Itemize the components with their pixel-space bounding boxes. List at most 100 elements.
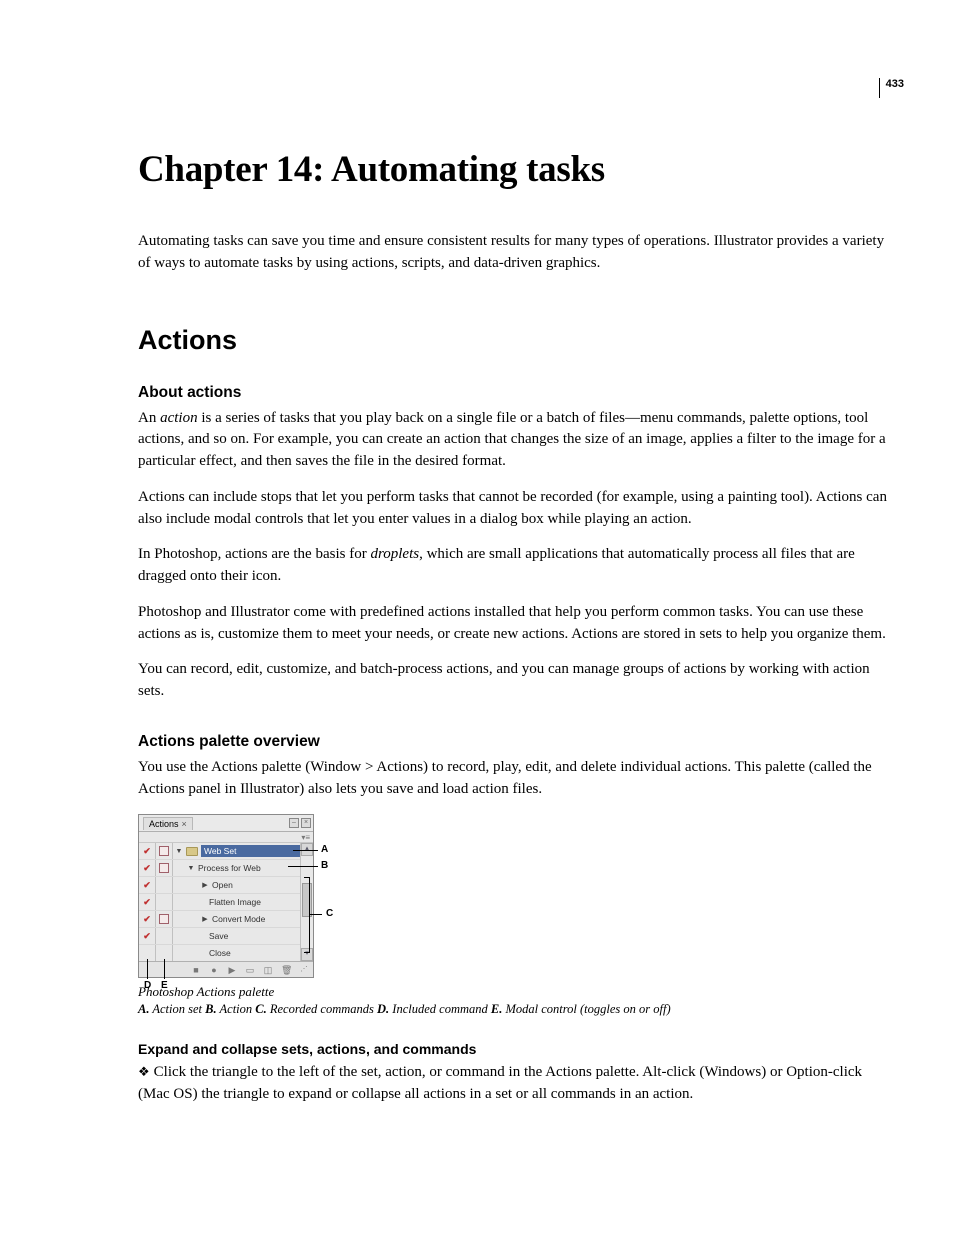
callout-line xyxy=(147,959,148,979)
folder-icon xyxy=(186,847,198,856)
row-content: Flatten Image xyxy=(173,897,300,907)
disclosure-triangle-icon[interactable]: ▶ xyxy=(201,881,209,889)
callout-label-c: C xyxy=(326,908,333,919)
callout-line xyxy=(304,952,310,953)
page-number-rule: 433 xyxy=(879,78,904,98)
action-set-row[interactable]: ✔ ▼ Web Set xyxy=(139,843,300,860)
bullet-icon: ❖ xyxy=(138,1064,154,1079)
figure-caption: Photoshop Actions palette xyxy=(138,984,894,1000)
row-content: ▶ Convert Mode xyxy=(173,914,300,924)
callout-line xyxy=(288,866,318,867)
new-set-icon[interactable]: ▭ xyxy=(245,965,255,974)
callout-line xyxy=(310,914,322,915)
row-content: ▼ Web Set xyxy=(173,845,300,857)
callout-bracket xyxy=(309,877,310,952)
command-row[interactable]: ✔ ▶ Convert Mode xyxy=(139,911,300,928)
disclosure-triangle-icon[interactable]: ▶ xyxy=(201,915,209,923)
command-label: Flatten Image xyxy=(209,897,261,907)
action-label: Process for Web xyxy=(198,863,261,873)
text: An xyxy=(138,410,160,426)
subhead-expand-collapse: Expand and collapse sets, actions, and c… xyxy=(138,1041,894,1057)
chapter-title: Chapter 14: Automating tasks xyxy=(138,148,894,191)
section-heading-actions: Actions xyxy=(138,325,894,356)
palette-list: ✔ ▼ Web Set ✔ ▼ xyxy=(139,843,300,961)
command-row[interactable]: ✔ ▶ Open xyxy=(139,877,300,894)
toggle-modal-icon[interactable] xyxy=(156,911,173,927)
command-label: Convert Mode xyxy=(212,914,265,924)
resize-grip-icon[interactable]: ⋰ xyxy=(299,965,309,974)
callout-label-b: B xyxy=(321,860,328,871)
disclosure-triangle-icon[interactable]: ▼ xyxy=(187,865,195,872)
italic-term: droplets xyxy=(370,546,419,562)
legend-text: Action set xyxy=(149,1002,205,1016)
figure-wrapper: Actions × – × ▾≡ ✔ xyxy=(138,814,314,978)
scroll-down-icon[interactable]: ▾ xyxy=(301,948,313,961)
row-content: Close xyxy=(173,948,300,958)
callout-line xyxy=(164,959,165,979)
legend-text: Modal control (toggles on or off) xyxy=(502,1002,670,1016)
legend-key: B. xyxy=(205,1002,216,1016)
palette-window-controls: – × xyxy=(289,818,311,828)
toggle-modal-icon[interactable] xyxy=(156,894,173,910)
callout-label-e: E xyxy=(161,980,168,991)
command-label: Open xyxy=(212,880,233,890)
palette-footer: ■ ● ▶ ▭ ◫ 🗑 ⋰ xyxy=(139,961,313,977)
play-button-icon[interactable]: ▶ xyxy=(227,965,237,974)
trash-icon[interactable]: 🗑 xyxy=(281,965,291,974)
palette-body: ✔ ▼ Web Set ✔ ▼ xyxy=(139,843,313,961)
disclosure-triangle-icon[interactable]: ▼ xyxy=(175,848,183,855)
toggle-modal-icon[interactable] xyxy=(156,860,173,876)
callout-label-a: A xyxy=(321,844,328,855)
record-button-icon[interactable]: ● xyxy=(209,965,219,974)
command-label: Close xyxy=(209,948,231,958)
toggle-modal-icon[interactable] xyxy=(156,877,173,893)
close-icon[interactable]: × xyxy=(182,819,187,829)
scrollbar[interactable]: ▴ ▾ xyxy=(300,843,313,961)
palette-flyout-row: ▾≡ xyxy=(139,832,313,843)
action-row[interactable]: ✔ ▼ Process for Web xyxy=(139,860,300,877)
minimize-icon[interactable]: – xyxy=(289,818,299,828)
legend-text: Included command xyxy=(389,1002,491,1016)
palette-tab[interactable]: Actions × xyxy=(143,817,193,830)
flyout-menu-icon[interactable]: ▾≡ xyxy=(301,833,310,842)
new-action-icon[interactable]: ◫ xyxy=(263,965,273,974)
toggle-include-icon[interactable]: ✔ xyxy=(139,894,156,910)
stop-button-icon[interactable]: ■ xyxy=(191,965,201,974)
command-label: Save xyxy=(209,931,228,941)
body-paragraph: In Photoshop, actions are the basis for … xyxy=(138,544,894,588)
row-content: Save xyxy=(173,931,300,941)
body-paragraph: An action is a series of tasks that you … xyxy=(138,408,894,473)
subhead-about-actions: About actions xyxy=(138,384,894,402)
actions-palette: Actions × – × ▾≡ ✔ xyxy=(138,814,314,978)
toggle-include-icon[interactable]: ✔ xyxy=(139,877,156,893)
body-paragraph: You can record, edit, customize, and bat… xyxy=(138,659,894,703)
subhead-palette-overview: Actions palette overview xyxy=(138,733,894,751)
toggle-include-icon[interactable]: ✔ xyxy=(139,843,156,859)
command-row[interactable]: ✔ Save xyxy=(139,928,300,945)
italic-term: action xyxy=(160,410,198,426)
text: In Photoshop, actions are the basis for xyxy=(138,546,370,562)
toggle-modal-icon[interactable] xyxy=(156,928,173,944)
legend-key: C. xyxy=(255,1002,266,1016)
page-number: 433 xyxy=(886,78,904,90)
body-paragraph: Photoshop and Illustrator come with pred… xyxy=(138,602,894,646)
text: is a series of tasks that you play back … xyxy=(138,410,886,470)
toggle-modal-icon[interactable] xyxy=(156,843,173,859)
bullet-paragraph: ❖Click the triangle to the left of the s… xyxy=(138,1062,894,1106)
text: Click the triangle to the left of the se… xyxy=(138,1064,862,1102)
page: 433 Chapter 14: Automating tasks Automat… xyxy=(0,0,954,1166)
scroll-thumb[interactable] xyxy=(302,883,312,917)
body-paragraph: Actions can include stops that let you p… xyxy=(138,487,894,531)
command-row[interactable]: ✔ Flatten Image xyxy=(139,894,300,911)
palette-tab-label: Actions xyxy=(149,819,179,829)
callout-line xyxy=(304,877,310,878)
toggle-include-icon[interactable]: ✔ xyxy=(139,928,156,944)
close-window-icon[interactable]: × xyxy=(301,818,311,828)
legend-text: Action xyxy=(217,1002,256,1016)
body-paragraph: You use the Actions palette (Window > Ac… xyxy=(138,757,894,801)
toggle-include-icon[interactable]: ✔ xyxy=(139,860,156,876)
toggle-include-icon[interactable]: ✔ xyxy=(139,911,156,927)
callout-label-d: D xyxy=(144,980,151,991)
figure-legend: A. Action set B. Action C. Recorded comm… xyxy=(138,1002,894,1017)
legend-key: A. xyxy=(138,1002,149,1016)
